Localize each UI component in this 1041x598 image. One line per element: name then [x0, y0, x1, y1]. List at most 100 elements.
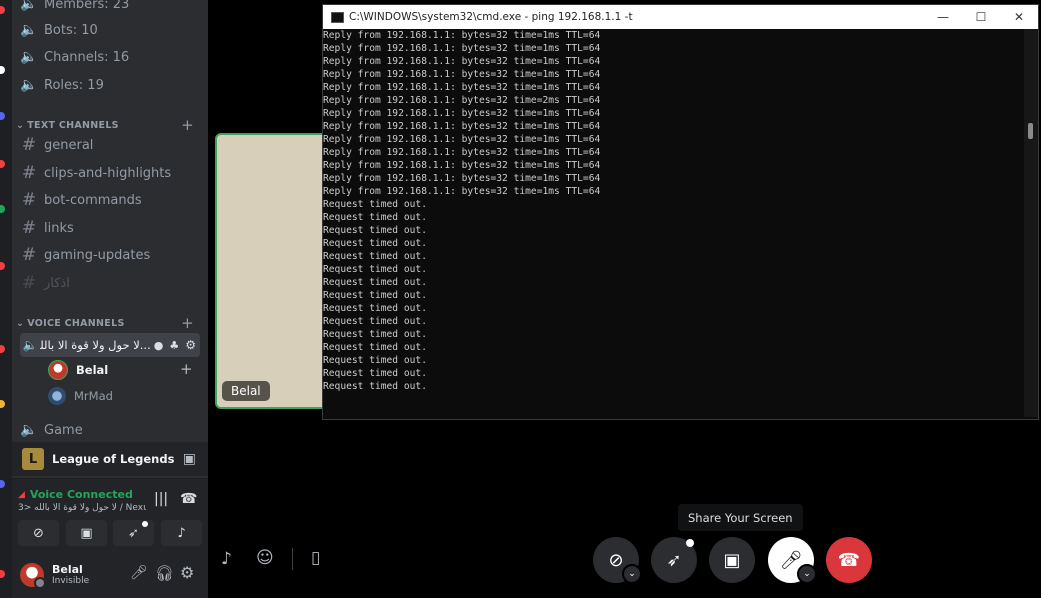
hash-icon: #: [21, 245, 37, 265]
soundboard-icon[interactable]: ♪: [221, 549, 232, 569]
cmd-line: Reply from 192.168.1.1: bytes=32 time=1m…: [323, 160, 601, 171]
chat-bubble-icon[interactable]: ●: [154, 339, 164, 352]
maximize-icon[interactable]: ☐: [962, 10, 1000, 24]
gear-icon[interactable]: ⚙: [180, 563, 194, 582]
disconnect-icon[interactable]: ☎: [180, 491, 197, 507]
stat-channel-bots[interactable]: 🔈 Bots: 10: [20, 17, 98, 43]
channel-general[interactable]: # general: [20, 132, 94, 158]
camera-off-button[interactable]: ⊘: [18, 520, 59, 546]
channel-game[interactable]: 🔈 Game: [20, 417, 82, 443]
microphone-button[interactable]: 🎤︎ ⌄: [768, 537, 817, 584]
voice-user-name: MrMad: [74, 389, 113, 403]
cmd-line: Request timed out.: [323, 277, 427, 288]
hash-icon: #: [21, 135, 37, 155]
channel-sidebar: 🔈 Members: 23 🔈 Bots: 10 🔈 Channels: 16 🔈 Ro…: [12, 0, 208, 598]
server-icon[interactable]: [0, 345, 5, 353]
chevron-down-icon[interactable]: ⌄: [797, 564, 817, 584]
server-icon[interactable]: [0, 66, 5, 74]
chevron-down-icon[interactable]: ⌄: [622, 564, 642, 584]
voice-channel-path[interactable]: 3> لا حول ولا قوة الا بالله / Nexus...: [18, 503, 146, 513]
gear-icon[interactable]: ⚙: [185, 338, 196, 352]
hang-up-icon: ☎: [837, 549, 861, 571]
voice-user-name: Belal: [76, 363, 109, 377]
activities-button[interactable]: ➶: [651, 537, 697, 583]
cmd-line: Request timed out.: [323, 368, 427, 379]
user-status: Invisible: [52, 576, 90, 586]
cmd-line: Request timed out.: [323, 264, 427, 275]
emoji-icon[interactable]: ☺: [256, 548, 274, 568]
cmd-line: Reply from 192.168.1.1: bytes=32 time=1m…: [323, 108, 601, 119]
avatar: [48, 387, 66, 405]
server-icon[interactable]: [0, 570, 5, 578]
user-info[interactable]: Belal Invisible: [20, 562, 90, 589]
cmd-line: Reply from 192.168.1.1: bytes=32 time=1m…: [323, 121, 601, 132]
soundboard-button[interactable]: ♪: [161, 520, 202, 546]
add-channel-icon[interactable]: +: [181, 314, 194, 332]
cmd-window[interactable]: C:\WINDOWS\system32\cmd.exe - ping 192.1…: [322, 4, 1039, 420]
disconnect-button[interactable]: ☎: [826, 537, 872, 583]
camera-toggle-button[interactable]: ⊘ ⌄: [593, 537, 642, 584]
headphones-icon[interactable]: 🎧︎: [155, 564, 174, 582]
stat-channel-roles[interactable]: 🔈 Roles: 19: [20, 72, 104, 98]
stat-label: Members: 23: [44, 0, 130, 12]
voice-user-mrmad[interactable]: MrMad: [48, 385, 113, 407]
stat-channel-channels[interactable]: 🔈 Channels: 16: [20, 44, 129, 70]
invite-icon[interactable]: ♣: [169, 339, 179, 352]
channel-gaming-updates[interactable]: # gaming-updates: [20, 242, 150, 268]
add-icon[interactable]: +: [180, 360, 193, 378]
cmd-line: Request timed out.: [323, 199, 427, 210]
speaker-icon: 🔈: [20, 0, 38, 12]
category-label: TEXT CHANNELS: [27, 119, 119, 131]
server-icon[interactable]: [0, 160, 5, 168]
league-of-legends-icon: L: [22, 448, 44, 470]
stat-channel-members[interactable]: 🔈 Members: 23: [20, 0, 129, 17]
cmd-line: Request timed out.: [323, 238, 427, 249]
activity-bar[interactable]: L League of Legends ▣: [12, 442, 208, 476]
voice-status[interactable]: ◢ Voice Connected: [18, 488, 133, 501]
server-icon[interactable]: [0, 480, 5, 488]
cmd-line: Request timed out.: [323, 303, 427, 314]
hash-icon: #: [21, 273, 37, 293]
server-icon[interactable]: [0, 400, 5, 408]
cmd-line: Reply from 192.168.1.1: bytes=32 time=2m…: [323, 95, 601, 106]
cmd-titlebar[interactable]: C:\WINDOWS\system32\cmd.exe - ping 192.1…: [323, 5, 1038, 29]
participant-tile[interactable]: Belal: [215, 133, 339, 409]
add-channel-icon[interactable]: +: [181, 116, 194, 134]
stream-icon[interactable]: ▣: [183, 451, 196, 467]
category-label: VOICE CHANNELS: [27, 317, 125, 329]
channel-bot-commands[interactable]: # bot-commands: [20, 187, 142, 213]
speaker-icon: 🔈: [20, 422, 38, 438]
channel-label: اذكار: [44, 275, 70, 291]
rocket-icon: ➶: [128, 525, 139, 541]
popout-icon[interactable]: ▯: [311, 548, 320, 568]
share-screen-button[interactable]: ▣: [709, 537, 755, 583]
channel-clips-and-highlights[interactable]: # clips-and-highlights: [20, 160, 171, 186]
voice-status-label: Voice Connected: [29, 488, 133, 501]
stat-label: Roles: 19: [44, 77, 104, 93]
activities-button[interactable]: ➶: [113, 520, 154, 546]
channel-links[interactable]: # links: [20, 215, 74, 241]
cmd-line: Request timed out.: [323, 290, 427, 301]
hash-icon: #: [21, 218, 37, 238]
active-voice-channel[interactable]: 🔈 ...لا حول ولا قوة الا بالله <3 ● ♣ ⚙: [20, 333, 200, 357]
minimize-icon[interactable]: —: [924, 10, 962, 24]
share-screen-button[interactable]: ▣: [66, 520, 107, 546]
scroll-thumb[interactable]: [1028, 123, 1033, 139]
signal-icon: ◢: [18, 489, 25, 500]
close-icon[interactable]: ✕: [1000, 10, 1038, 24]
avatar: [48, 360, 68, 380]
voice-user-belal[interactable]: Belal: [48, 359, 108, 381]
channel-azkar[interactable]: # اذكار: [20, 270, 70, 296]
server-icon[interactable]: [0, 112, 5, 120]
server-icon[interactable]: [0, 6, 5, 14]
channel-label: bot-commands: [44, 192, 142, 208]
microphone-icon[interactable]: 🎤︎: [130, 565, 148, 581]
server-icon[interactable]: [0, 262, 5, 270]
noise-suppression-icon[interactable]: |||: [154, 491, 168, 507]
activity-name: League of Legends: [52, 452, 175, 466]
category-voice-channels[interactable]: ⌄ VOICE CHANNELS +: [16, 314, 194, 332]
cmd-line: Request timed out.: [323, 316, 427, 327]
cmd-scrollbar[interactable]: [1024, 29, 1038, 417]
cmd-line: Reply from 192.168.1.1: bytes=32 time=1m…: [323, 30, 601, 41]
server-icon[interactable]: [0, 205, 5, 213]
